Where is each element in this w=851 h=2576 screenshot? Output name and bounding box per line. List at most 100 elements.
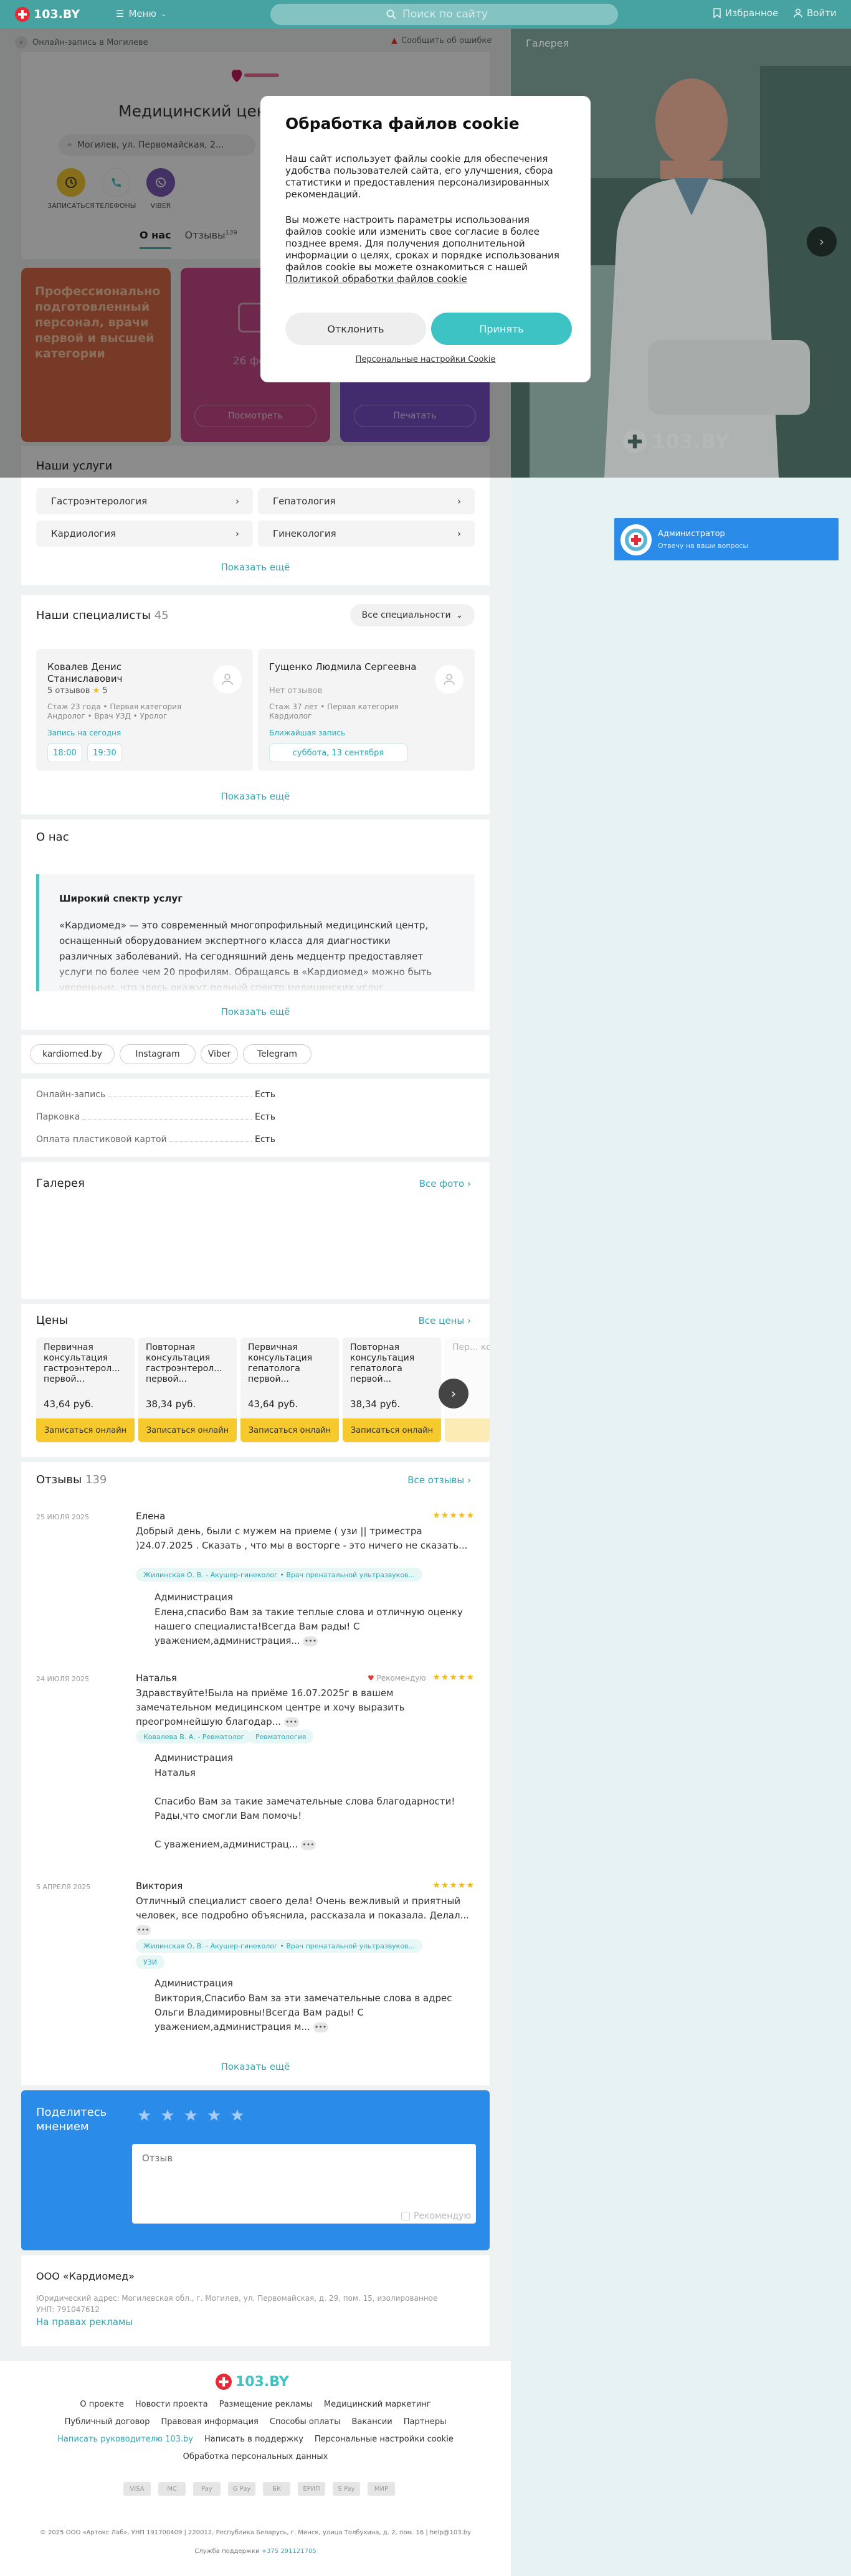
footer-links-row: Обработка персональных данных xyxy=(0,2452,511,2461)
doctor-card[interactable]: Ковалев Денис Станиславович 5 отзывов ★ … xyxy=(36,649,253,771)
chevron-right-icon: › xyxy=(467,1315,471,1326)
cookie-policy-link[interactable]: Политикой обработки файлов cookie xyxy=(285,273,467,285)
all-photos-link[interactable]: Все фото › xyxy=(419,1178,471,1189)
cookie-settings-link[interactable]: Персональные настройки Cookie xyxy=(260,355,591,364)
accept-button[interactable]: Принять xyxy=(431,313,572,345)
review-tag[interactable]: Ковалева В. А. - Ревматолог xyxy=(136,1730,252,1743)
star-icon[interactable]: ★ xyxy=(207,2107,221,2125)
all-prices-link[interactable]: Все цены › xyxy=(419,1315,471,1326)
review-tag[interactable]: Жилинская О. В. - Акушер-гинеколог • Вра… xyxy=(136,1568,423,1582)
footer-link[interactable]: Способы оплаты xyxy=(270,2417,341,2427)
feature-label: Парковка xyxy=(36,1112,80,1122)
expand-review-button[interactable]: ••• xyxy=(136,1925,151,1935)
expand-reply-button[interactable]: ••• xyxy=(313,2022,328,2032)
prices-title: Цены xyxy=(36,1314,69,1327)
doctor-name[interactable]: Гущенко Людмила Сергеевна xyxy=(269,661,419,673)
link-chip-instagram[interactable]: Instagram xyxy=(120,1044,196,1064)
book-online-button[interactable]: Записаться онлайн xyxy=(343,1418,441,1442)
reply-text: Виктория,Спасибо Вам за эти замечательны… xyxy=(155,1991,472,2034)
footer-link[interactable]: Персональные настройки cookie xyxy=(315,2435,454,2444)
service-item[interactable]: Гепатология › xyxy=(258,488,475,514)
chevron-right-icon: › xyxy=(235,528,239,539)
reviews-show-more[interactable]: Показать ещё xyxy=(21,2061,490,2072)
time-slot[interactable]: 19:30 xyxy=(87,743,122,762)
about-heading: Широкий спектр услуг xyxy=(59,893,183,904)
footer-link[interactable]: Новости проекта xyxy=(135,2400,208,2409)
prices-next-button[interactable]: › xyxy=(439,1379,468,1408)
rating-stars-input[interactable]: ★ ★ ★ ★ ★ xyxy=(137,2107,245,2125)
footer-links-row: Публичный договор Правовая информация Спос… xyxy=(0,2417,511,2427)
footer-links-row: Написать руководителю 103.by Написать в п… xyxy=(0,2435,511,2444)
star-icon[interactable]: ★ xyxy=(184,2107,198,2125)
service-item[interactable]: Кардиология › xyxy=(36,521,253,547)
search-input[interactable]: Поиск по сайту xyxy=(270,4,618,25)
site-logo-text: 103.BY xyxy=(34,7,80,21)
link-chip-website[interactable]: kardiomed.by xyxy=(30,1044,115,1064)
review-date: 25 ИЮЛЯ 2025 xyxy=(36,1513,90,1521)
book-online-button[interactable] xyxy=(445,1418,490,1442)
time-slot[interactable]: 18:00 xyxy=(47,743,82,762)
recommend-checkbox[interactable]: Рекомендую xyxy=(401,2211,471,2221)
admin-chat-widget[interactable]: Администратор Отвечу на ваши вопросы xyxy=(614,518,839,560)
doctor-card[interactable]: Гущенко Людмила Сергеевна Нет отзывов Ст… xyxy=(258,649,475,771)
footer-link[interactable]: Обработка персональных данных xyxy=(183,2452,328,2461)
footer-link[interactable]: Медицинский маркетинг xyxy=(324,2400,431,2409)
mastercard-icon: MC xyxy=(158,2482,186,2496)
recommend-checkbox-label: Рекомендую xyxy=(414,2211,472,2221)
date-slot[interactable]: суббота, 13 сентября xyxy=(269,743,407,762)
footer: 103.BY О проекте Новости проекта Размещени… xyxy=(0,2361,511,2576)
decline-button[interactable]: Отклонить xyxy=(285,313,426,345)
link-chip-viber[interactable]: Viber xyxy=(201,1044,238,1064)
footer-link[interactable]: Вакансии xyxy=(352,2417,392,2427)
review-tag[interactable]: Жилинская О. В. - Акушер-гинеколог • Вра… xyxy=(136,1939,423,1953)
specialists-show-more[interactable]: Показать ещё xyxy=(21,791,490,802)
belkart-icon: БК xyxy=(263,2482,290,2496)
review-tag[interactable]: Ревматология xyxy=(248,1730,314,1743)
footer-link[interactable]: Написать в поддержку xyxy=(204,2435,303,2444)
star-icon[interactable]: ★ xyxy=(160,2107,174,2125)
link-chip-telegram[interactable]: Telegram xyxy=(243,1044,311,1064)
review-author: Виктория xyxy=(136,1880,183,1892)
book-online-button[interactable]: Записаться онлайн xyxy=(138,1418,237,1442)
all-reviews-link[interactable]: Все отзывы › xyxy=(407,1474,471,1486)
favorites-link[interactable]: Избранное xyxy=(713,7,778,19)
price-card: Первичная консультация гастроэнтерол... … xyxy=(36,1338,135,1443)
login-link[interactable]: Войти xyxy=(793,7,837,19)
feature-label: Онлайн-запись xyxy=(36,1090,106,1100)
ad-disclaimer-link[interactable]: На правах рекламы xyxy=(36,2316,133,2328)
mir-icon: МИР xyxy=(368,2482,395,2496)
reviews-section: Отзывы 139 Все отзывы › 25 ИЮЛЯ 2025 Еле… xyxy=(21,1462,490,2085)
service-item[interactable]: Гинекология › xyxy=(258,521,475,547)
footer-link[interactable]: Публичный договор xyxy=(65,2417,150,2427)
specialty-filter[interactable]: Все специальности ⌄ xyxy=(350,604,475,626)
book-online-button[interactable]: Записаться онлайн xyxy=(36,1418,135,1442)
expand-reply-button[interactable]: ••• xyxy=(300,1839,316,1850)
cookie-text: Наш сайт использует файлы cookie для обе… xyxy=(285,153,553,200)
expand-reply-button[interactable]: ••• xyxy=(303,1636,318,1646)
avatar xyxy=(620,524,652,555)
footer-link[interactable]: Партнеры xyxy=(404,2417,447,2427)
feature-label: Оплата пластиковой картой xyxy=(36,1135,167,1144)
star-icon[interactable]: ★ xyxy=(230,2107,244,2125)
review-tag[interactable]: УЗИ xyxy=(136,1955,164,1969)
menu-button[interactable]: ☰ Меню ⌄ xyxy=(116,8,166,19)
services-show-more[interactable]: Показать ещё xyxy=(21,562,490,573)
about-show-more[interactable]: Показать ещё xyxy=(21,1006,490,1017)
book-online-button[interactable]: Записаться онлайн xyxy=(240,1418,339,1442)
chevron-right-icon: › xyxy=(235,496,239,507)
expand-review-button[interactable]: ••• xyxy=(283,1717,299,1727)
company-section: ООО «Кардиомед» Юридический адрес: Могил… xyxy=(21,2255,490,2346)
star-icon[interactable]: ★ xyxy=(137,2107,151,2125)
footer-link[interactable]: Правовая информация xyxy=(161,2417,259,2427)
support-phone-link[interactable]: +375 291121705 xyxy=(262,2548,316,2555)
site-logo[interactable]: 103.BY xyxy=(15,7,80,22)
service-item[interactable]: Гастроэнтерология › xyxy=(36,488,253,514)
footer-link[interactable]: О проекте xyxy=(80,2400,124,2409)
footer-logo[interactable]: 103.BY xyxy=(216,2374,289,2390)
review-author: Наталья xyxy=(136,1673,177,1684)
reviews-title-text: Отзывы xyxy=(36,1473,82,1486)
service-label: Гастроэнтерология xyxy=(51,496,148,507)
footer-link[interactable]: Размещение рекламы xyxy=(219,2400,313,2409)
doctor-name[interactable]: Ковалев Денис Станиславович xyxy=(47,661,197,685)
footer-link[interactable]: Написать руководителю 103.by xyxy=(57,2435,193,2444)
